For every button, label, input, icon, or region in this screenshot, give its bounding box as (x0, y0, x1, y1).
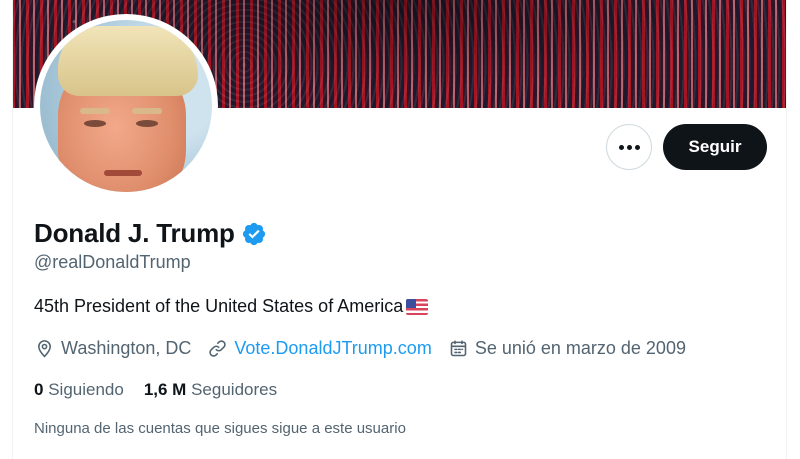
followers-stat[interactable]: 1,6 M Seguidores (144, 380, 277, 400)
calendar-icon (450, 340, 467, 357)
profile-meta: Washington, DC Vote.DonaldJTrump.com Se … (34, 338, 702, 359)
profile-name: Donald J. Trump (34, 218, 235, 248)
website-link[interactable]: Vote.DonaldJTrump.com (234, 338, 431, 359)
following-label: Siguiendo (48, 380, 124, 399)
website-item: Vote.DonaldJTrump.com (207, 338, 432, 359)
avatar[interactable] (40, 20, 212, 192)
profile-bio: 45th President of the United States of A… (34, 296, 429, 317)
link-icon (209, 340, 227, 357)
follow-button[interactable]: Seguir (663, 124, 767, 170)
avatar-brow-left (80, 108, 110, 114)
following-stat[interactable]: 0 Siguiendo (34, 380, 124, 400)
avatar-eye-right (136, 120, 158, 127)
profile-name-row: Donald J. Trump (34, 218, 267, 249)
bio-text: 45th President of the United States of A… (34, 296, 404, 316)
avatar-eye-left (84, 120, 106, 127)
followed-by-note: Ninguna de las cuentas que sigues sigue … (34, 420, 406, 437)
followers-count: 1,6 M (143, 380, 187, 399)
avatar-hair (58, 26, 198, 96)
location-item: Washington, DC (34, 338, 191, 359)
avatar-brow-right (132, 108, 162, 114)
profile-handle: @realDonaldTrump (34, 252, 191, 272)
location-pin-icon (38, 340, 51, 358)
verified-badge-icon[interactable] (241, 221, 267, 247)
followers-label: Seguidores (191, 380, 278, 399)
location-text: Washington, DC (61, 338, 192, 358)
more-horizontal-icon (617, 144, 641, 150)
avatar-mouth (104, 170, 142, 176)
follow-stats: 0 Siguiendo 1,6 M Seguidores (34, 380, 297, 400)
joined-item: Se unió en marzo de 2009 (448, 338, 686, 359)
more-options-button[interactable] (606, 124, 652, 170)
us-flag-emoji (406, 298, 429, 315)
joined-text: Se unió en marzo de 2009 (474, 338, 686, 358)
following-count: 0 (34, 380, 44, 399)
